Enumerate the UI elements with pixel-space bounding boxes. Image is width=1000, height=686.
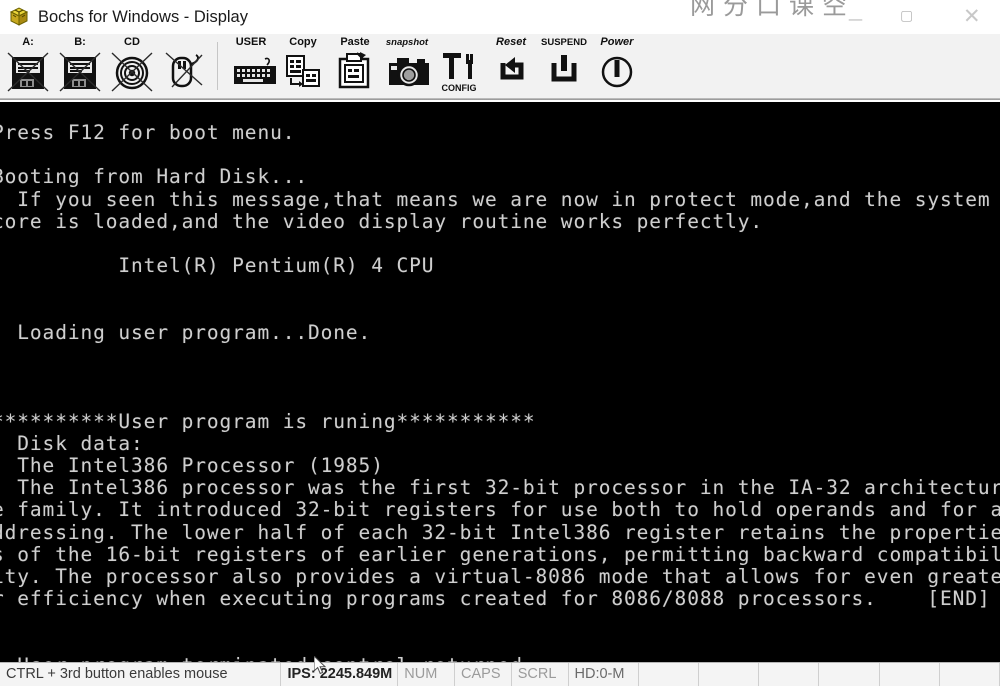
power-icon [595, 51, 639, 93]
console-line: Booting from Hard Disk... [0, 165, 308, 189]
status-indicator-caps: CAPS [455, 663, 512, 686]
console-line: **********User program is runing********… [0, 409, 536, 433]
user-keyboard-icon [229, 51, 276, 93]
cdrom-icon [110, 51, 154, 93]
toolbar-button-suspend[interactable]: SUSPEND [537, 34, 591, 98]
copy-icon [281, 51, 325, 93]
console-line: Press F12 for boot menu. [0, 121, 296, 144]
background-window-title: 网分口课空 [690, 0, 856, 20]
console-line: e family. It introduced 32-bit registers… [0, 498, 1000, 522]
toolbar-button-paste[interactable]: Paste [329, 34, 381, 98]
status-blank-cell [699, 663, 760, 686]
background-close-button[interactable]: ✕ [963, 6, 981, 27]
console-line: The Intel386 Processor (1985) [0, 454, 384, 477]
vga-console[interactable]: Press F12 for boot menu. Booting from Har… [0, 102, 1000, 662]
status-indicator-scrl: SCRL [512, 663, 569, 686]
status-blank-cell [880, 663, 940, 686]
bochs-cube-icon [8, 6, 30, 28]
status-ips: IPS: 2245.849M [281, 663, 399, 686]
toolbar-bottom-border [0, 98, 1000, 100]
reset-arrow-icon [489, 51, 533, 93]
status-indicator-hd: HD:0-M [569, 663, 639, 686]
console-line: Loading user program...Done. [0, 320, 372, 344]
toolbar-label-paste: Paste [340, 36, 370, 48]
console-line: core is loaded,and the video display rou… [0, 209, 764, 233]
floppy-b-icon [58, 51, 102, 93]
toolbar-button-mouse[interactable] [158, 34, 210, 98]
status-blank-cell [759, 663, 820, 686]
console-line: ity. The processor also provides a virtu… [0, 565, 1000, 588]
background-maximize-button[interactable]: ▢ [900, 9, 913, 23]
mouse-disabled-icon [162, 51, 206, 93]
toolbar-label-floppy-a: A: [22, 36, 34, 48]
window-title: Bochs for Windows - Display [38, 7, 248, 26]
toolbar-button-user[interactable]: USER [225, 34, 277, 98]
status-blank-cell [639, 663, 700, 686]
suspend-icon [542, 51, 586, 93]
status-blank-cell [940, 663, 1000, 686]
toolbar-button-floppy-a[interactable]: A: [2, 34, 54, 98]
paste-icon [333, 51, 377, 93]
toolbar-button-floppy-b[interactable]: B: [54, 34, 106, 98]
console-line: Intel(R) Pentium(R) 4 CPU [0, 254, 435, 278]
toolbar-button-cdrom[interactable]: CD [106, 34, 158, 98]
toolbar-label-config: CONFIG [441, 83, 477, 93]
toolbar-label-floppy-b: B: [74, 36, 86, 48]
toolbar: A: B: CD USER Copy Paste snapshot CONFIG… [0, 34, 1000, 100]
toolbar-separator-1 [217, 42, 218, 90]
camera-icon [385, 51, 429, 93]
console-line: The Intel386 processor was the first 32-… [0, 476, 1000, 500]
console-line: s of the 16-bit registers of earlier gen… [0, 542, 1000, 566]
status-message: CTRL + 3rd button enables mouse [0, 663, 282, 686]
toolbar-label-user: USER [235, 36, 267, 48]
toolbar-button-power[interactable]: Power [591, 34, 643, 98]
console-line: If you seen this message,that means we a… [0, 187, 991, 211]
status-bar: CTRL + 3rd button enables mouse IPS: 224… [0, 662, 1000, 686]
toolbar-label-cdrom: CD [124, 36, 140, 48]
floppy-a-icon [6, 51, 50, 93]
toolbar-button-reset[interactable]: Reset [485, 34, 537, 98]
console-line: ddressing. The lower half of each 32-bit… [0, 520, 1000, 544]
console-line: User program terminated,control returned… [0, 654, 536, 662]
console-line: r efficiency when executing programs cre… [0, 587, 991, 611]
title-bar: Bochs for Windows - Display [0, 0, 690, 34]
background-minimize-button[interactable]: — [848, 12, 863, 27]
toolbar-label-power: Power [600, 36, 634, 48]
console-line: Disk data: [0, 431, 144, 455]
status-indicator-num: NUM [398, 663, 455, 686]
status-blank-cell [819, 663, 880, 686]
toolbar-label-suspend: SUSPEND [541, 37, 587, 48]
bochs-display-window: 网分口课空 — ▢ ✕ Bochs for Windows - Display … [0, 0, 1000, 686]
toolbar-button-config[interactable]: CONFIG [433, 34, 485, 98]
toolbar-label-reset: Reset [496, 36, 526, 48]
toolbar-button-snapshot[interactable]: snapshot [381, 34, 433, 98]
toolbar-label-snapshot: snapshot [385, 37, 429, 48]
toolbar-label-copy: Copy [289, 36, 317, 48]
toolbar-button-copy[interactable]: Copy [277, 34, 329, 98]
